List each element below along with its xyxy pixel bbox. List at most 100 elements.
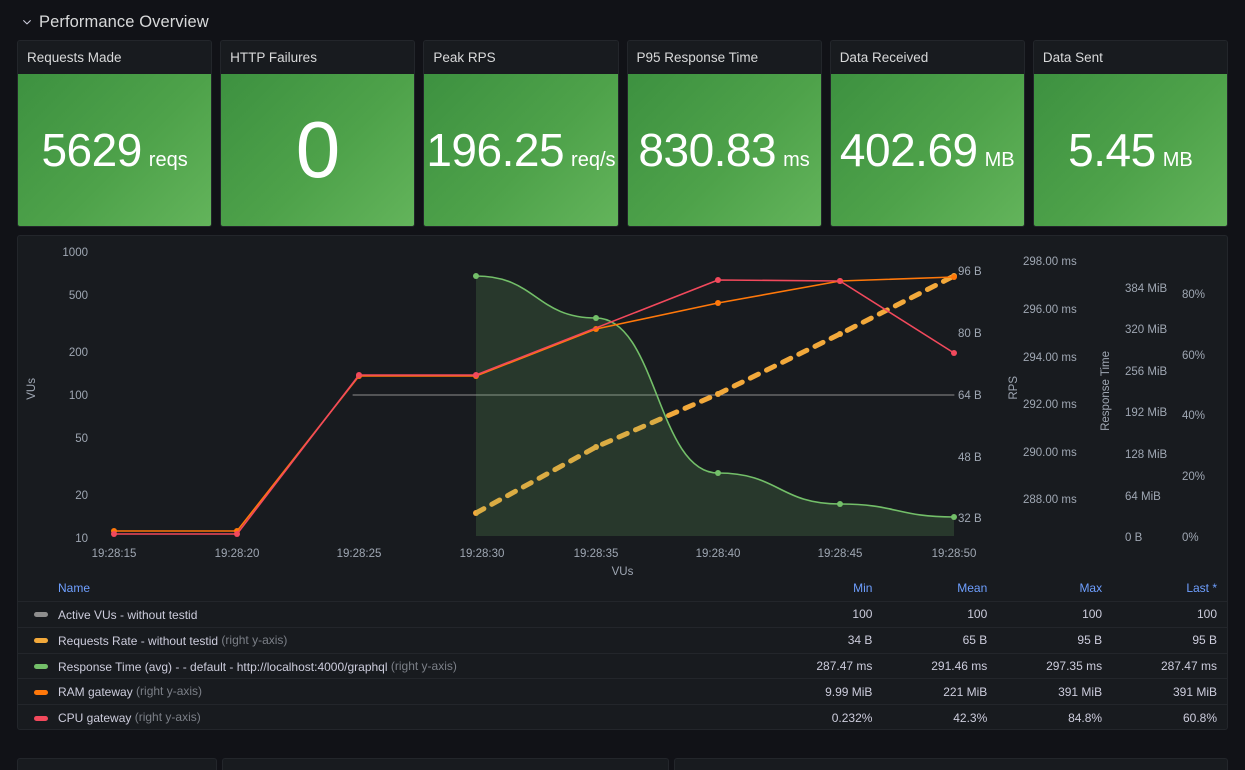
x-axis-tick-label: 19:28:20 — [215, 548, 260, 560]
legend-last-value: 391 MiB — [1112, 678, 1227, 706]
legend-last-value: 95 B — [1112, 627, 1227, 654]
series-data-point[interactable] — [951, 274, 957, 280]
legend-color-swatch[interactable] — [34, 689, 48, 695]
y-axis-tick-label: 200 — [69, 347, 88, 359]
legend-row[interactable]: CPU gateway (right y-axis) 0.232% 42.3% 84.… — [18, 704, 1227, 729]
legend-series-name-cell[interactable]: Requests Rate - without testid (right y-… — [18, 627, 768, 654]
legend-row[interactable]: RAM gateway (right y-axis) 9.99 MiB 221 Mi… — [18, 678, 1227, 706]
y-axis-tick-label: 256 MiB — [1125, 366, 1168, 378]
x-axis-tick-label: 19:28:50 — [932, 548, 977, 560]
stat-unit: req/s — [571, 149, 616, 171]
series-data-point[interactable] — [715, 277, 721, 283]
y-axis-tick-label: 40% — [1182, 410, 1205, 422]
x-axis-tick-label: 19:28:25 — [337, 548, 382, 560]
y-axis-tick-label: 10 — [75, 533, 88, 545]
legend-min-value: 0.232% — [767, 704, 883, 729]
y-axis-tick-label: 0% — [1182, 532, 1199, 544]
legend-col-min[interactable]: Min — [767, 576, 883, 602]
timeseries-panel: 1000 500 200 100 50 20 10 96 B 80 B 64 B 48 B 32 B 2… — [17, 235, 1228, 730]
series-data-point[interactable] — [234, 531, 240, 537]
y-axis-tick-label: 384 MiB — [1125, 283, 1168, 295]
stat-number: 402.69 — [839, 124, 978, 176]
legend-col-max[interactable]: Max — [997, 576, 1113, 602]
legend-col-name[interactable]: Name — [18, 576, 768, 602]
series-data-point[interactable] — [473, 372, 479, 378]
legend-col-mean[interactable]: Mean — [882, 576, 998, 602]
stat-panel[interactable]: HTTP Failures 0 — [220, 40, 416, 227]
legend-series-name-cell[interactable]: RAM gateway (right y-axis) — [18, 678, 768, 706]
legend-header-row: Name Min Mean Max Last * — [18, 576, 1227, 602]
partial-panel — [17, 758, 217, 770]
x-axis-tick-label: 19:28:45 — [818, 548, 863, 560]
y-axis-tick-label: 80% — [1182, 289, 1205, 301]
stat-unit: reqs — [148, 149, 188, 171]
legend-last-value: 100 — [1112, 601, 1227, 628]
series-data-point[interactable] — [837, 501, 843, 507]
legend-series-label: Response Time (avg) - - default - http:/… — [58, 659, 388, 674]
legend-mean-value: 221 MiB — [882, 678, 998, 706]
legend-max-value: 95 B — [997, 627, 1113, 654]
next-row-panels-strip — [0, 750, 1245, 770]
y-axis-tick-label: 0 B — [1125, 532, 1143, 544]
stat-unit: MB — [1162, 149, 1193, 171]
y-axis-tick-label: 80 B — [958, 328, 982, 340]
stat-number: 5.45 — [1068, 124, 1156, 176]
series-data-point[interactable] — [837, 278, 843, 284]
series-data-point[interactable] — [111, 531, 117, 537]
stat-panels-row: Requests Made 5629 reqs HTTP Failures 0 Peak … — [0, 30, 1245, 227]
stat-number: 5629 — [41, 124, 142, 176]
stat-value: 5.45 MB — [1068, 123, 1193, 177]
chart-svg: 1000 500 200 100 50 20 10 96 B 80 B 64 B 48 B 32 B 2… — [62, 247, 1205, 560]
stat-number: 830.83 — [638, 124, 777, 176]
legend-row[interactable]: Active VUs - without testid 100 100 100 100 — [18, 601, 1227, 628]
series-data-point[interactable] — [593, 315, 599, 321]
legend-series-label: CPU gateway — [58, 711, 132, 726]
legend-last-value: 287.47 ms — [1112, 653, 1227, 680]
series-data-point[interactable] — [473, 273, 479, 279]
legend-col-last[interactable]: Last * — [1112, 576, 1227, 602]
legend-axis-hint: (right y-axis) — [390, 658, 457, 673]
series-data-point[interactable] — [715, 300, 721, 306]
series-data-point[interactable] — [951, 514, 957, 520]
stat-panel[interactable]: Data Sent 5.45 MB — [1032, 40, 1229, 227]
stat-value: 196.25 req/s — [426, 123, 615, 177]
series-data-point[interactable] — [715, 391, 721, 397]
legend-table-wrap: Name Min Mean Max Last * Active VUs - wi… — [18, 576, 1227, 729]
stat-panel-body: 5.45 MB — [1033, 74, 1228, 226]
stat-number: 0 — [295, 105, 341, 194]
y-axis-tick-label: 50 — [75, 433, 88, 445]
stat-value: 402.69 MB — [840, 123, 1015, 177]
legend-series-name-cell[interactable]: Response Time (avg) - - default - http:/… — [18, 653, 768, 680]
series-data-point[interactable] — [356, 372, 362, 378]
legend-min-value: 100 — [767, 601, 883, 628]
series-data-point[interactable] — [951, 350, 957, 356]
legend-row[interactable]: Requests Rate - without testid (right y-… — [18, 627, 1227, 654]
y-axis-tick-label: 192 MiB — [1125, 407, 1168, 419]
legend-series-name-cell[interactable]: Active VUs - without testid — [18, 601, 768, 628]
y-axis-tick-label: 64 MiB — [1125, 491, 1161, 503]
stat-panel[interactable]: P95 Response Time 830.83 ms — [626, 40, 822, 227]
legend-color-swatch[interactable] — [34, 715, 48, 721]
stat-panel[interactable]: Peak RPS 196.25 req/s — [423, 40, 619, 227]
dashboard-row-header[interactable]: Performance Overview — [0, 0, 1245, 31]
series-data-point[interactable] — [837, 331, 843, 337]
stat-panel[interactable]: Requests Made 5629 reqs — [17, 40, 213, 227]
legend-color-swatch[interactable] — [34, 638, 48, 644]
legend-row[interactable]: Response Time (avg) - - default - http:/… — [18, 653, 1227, 680]
legend-color-swatch[interactable] — [34, 612, 48, 618]
stat-panel-title: HTTP Failures — [221, 41, 415, 74]
y-axis-tick-label: 320 MiB — [1125, 324, 1168, 336]
series-data-point[interactable] — [715, 470, 721, 476]
legend-mean-value: 65 B — [882, 627, 998, 654]
plot-area: 1000 500 200 100 50 20 10 96 B 80 B 64 B 48 B 32 B 2… — [18, 236, 1227, 578]
chevron-down-icon — [22, 17, 32, 27]
stat-panel-body: 402.69 MB — [830, 74, 1024, 226]
legend-mean-value: 291.46 ms — [882, 653, 998, 680]
y-axis-tick-label: 100 — [69, 390, 88, 402]
legend-series-name-cell[interactable]: CPU gateway (right y-axis) — [18, 704, 768, 729]
y-axis-tick-label: 296.00 ms — [1023, 304, 1077, 316]
legend-max-value: 297.35 ms — [997, 653, 1113, 680]
legend-color-swatch[interactable] — [34, 663, 48, 669]
legend-min-value: 9.99 MiB — [767, 678, 883, 706]
stat-panel[interactable]: Data Received 402.69 MB — [829, 40, 1025, 227]
